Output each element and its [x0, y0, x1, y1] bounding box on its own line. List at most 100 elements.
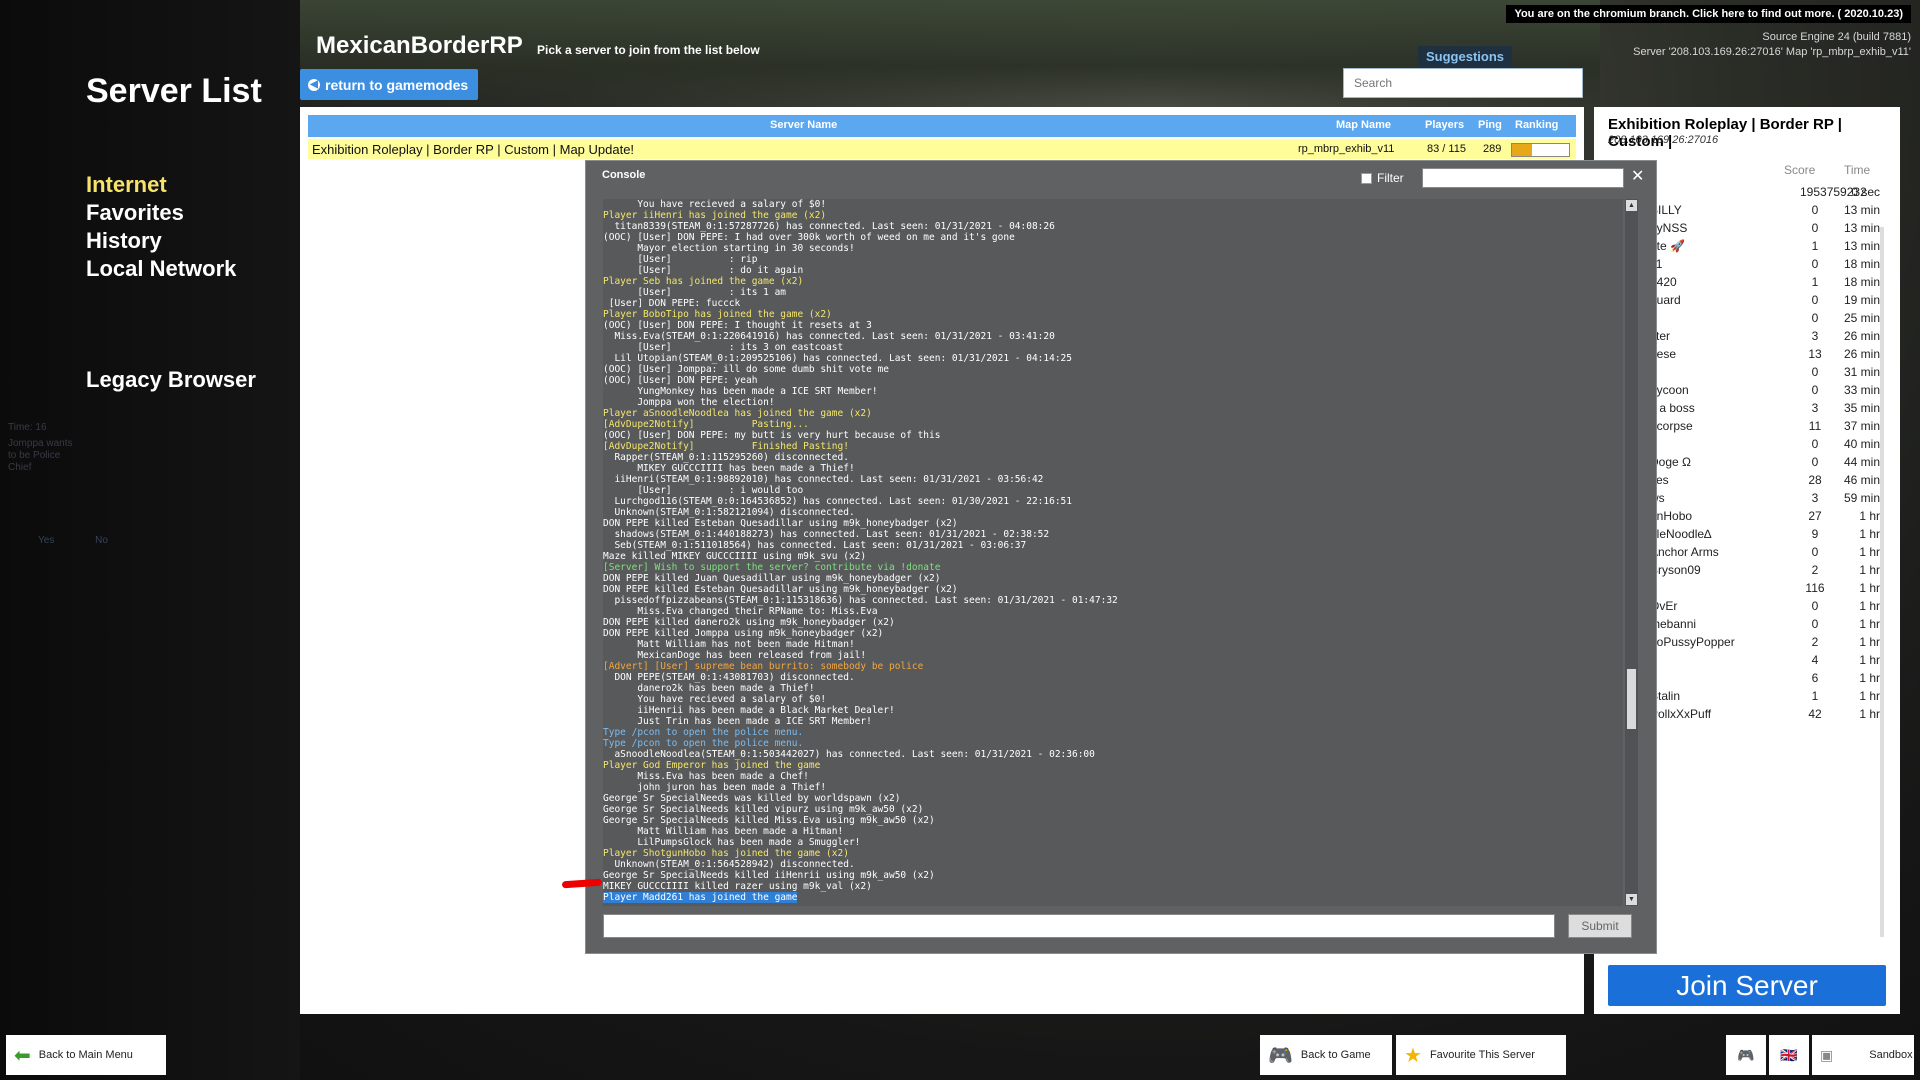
- console-line: George Sr SpecialNeeds killed vipurz usi…: [603, 804, 924, 815]
- language-button[interactable]: 🇬🇧: [1769, 1035, 1809, 1075]
- console-line: George Sr SpecialNeeds was killed by wor…: [603, 793, 901, 804]
- console-filter[interactable]: Filter: [1361, 171, 1404, 185]
- console-line: Player Seb has joined the game (x2): [603, 276, 804, 287]
- console-line: You have recieved a salary of $0!: [603, 694, 827, 705]
- player-time: 1 hr: [1859, 527, 1880, 541]
- player-time: 1 hr: [1859, 689, 1880, 703]
- suggestions-tab[interactable]: Suggestions: [1418, 46, 1512, 68]
- vote-yes-button[interactable]: Yes: [38, 535, 54, 546]
- nav-item-local-network[interactable]: Local Network: [86, 255, 236, 283]
- console-line: You have recieved a salary of $0!: [603, 199, 827, 210]
- console-line: Seb(STEAM_0:1:511018564) has connected. …: [603, 540, 1027, 551]
- player-score: 0: [1811, 617, 1819, 631]
- player-row: unHobo 27 1 hr: [1650, 509, 1880, 527]
- console-scrollbar[interactable]: ▲ ▼: [1625, 199, 1638, 906]
- score-header: Score: [1784, 163, 1816, 177]
- console-line: [User] : do it again: [603, 265, 804, 276]
- player-row: Anchor Arms 0 1 hr: [1650, 545, 1880, 563]
- console-line: Lurchgod116(STEAM_0:0:164536852) has con…: [603, 496, 1072, 507]
- controller-icon: 🎮: [1737, 1046, 1755, 1063]
- sandbox-icon: ▣: [1820, 1046, 1834, 1063]
- player-row: PollxXxPuff 42 1 hr: [1650, 707, 1880, 725]
- player-row: 0 31 min: [1650, 365, 1880, 383]
- player-row: 0 40 min: [1650, 437, 1880, 455]
- console-line: Type /pcon to open the police menu.: [603, 738, 804, 749]
- star-icon: ★: [1404, 1044, 1422, 1067]
- join-server-button[interactable]: Join Server: [1608, 965, 1886, 1006]
- scroll-down-icon[interactable]: ▼: [1626, 894, 1637, 905]
- player-score: 2: [1811, 635, 1819, 649]
- player-time: 33 min: [1843, 383, 1880, 397]
- col-ping[interactable]: Ping: [1478, 119, 1502, 131]
- back-to-game-button[interactable]: 🎮 Back to Game: [1260, 1035, 1392, 1075]
- console-submit-button[interactable]: Submit: [1568, 914, 1632, 938]
- player-row: Stalin 1 1 hr: [1650, 689, 1880, 707]
- player-name: PollxXxPuff: [1650, 707, 1712, 721]
- player-time: 35 min: [1843, 401, 1880, 415]
- player-score: 0: [1811, 599, 1819, 613]
- gamepad-icon: 🎮: [1268, 1044, 1293, 1067]
- chromium-branch-notice[interactable]: You are on the chromium branch. Click he…: [1506, 5, 1911, 23]
- player-time: 37 min: [1843, 419, 1880, 433]
- console-input[interactable]: [603, 914, 1555, 938]
- player-score: 2: [1811, 563, 1819, 577]
- gamemode-sandbox-button[interactable]: ▣ Sandbox: [1812, 1035, 1914, 1075]
- vote-panel: Time: 16 Jomppa wants to be Police Chief: [8, 422, 78, 474]
- gamemode-subtitle: Pick a server to join from the list belo…: [537, 43, 760, 57]
- console-line: DON PEPE killed Jomppa using m9k_honeyba…: [603, 628, 884, 639]
- player-time: 1 hr: [1859, 617, 1880, 631]
- search-input[interactable]: [1343, 68, 1583, 98]
- player-score: 1: [1811, 239, 1819, 253]
- nav-item-internet[interactable]: Internet: [86, 171, 236, 199]
- player-time: 59 min: [1843, 491, 1880, 505]
- player-score: 3: [1811, 329, 1819, 343]
- nav-item-history[interactable]: History: [86, 227, 236, 255]
- player-score: 6: [1811, 671, 1819, 685]
- console-line: DON PEPE killed Juan Quesadillar using m…: [603, 573, 941, 584]
- player-score: 0: [1811, 221, 1819, 235]
- player-time: 26 min: [1843, 329, 1880, 343]
- player-score: 0: [1811, 257, 1819, 271]
- console-line: (OOC) [User] Jomppa: ill do some dumb sh…: [603, 364, 889, 375]
- server-row[interactable]: Exhibition Roleplay | Border RP | Custom…: [308, 139, 1576, 159]
- server-list-header: Server Name Map Name Players Ping Rankin…: [308, 115, 1576, 137]
- vote-time: Time: 16: [8, 422, 47, 433]
- player-row: i41 hr: [1650, 653, 1880, 671]
- close-icon[interactable]: ✕: [1631, 166, 1644, 186]
- server-name: Exhibition Roleplay | Border RP | Custom…: [312, 142, 635, 157]
- nav-item-favorites[interactable]: Favorites: [86, 199, 236, 227]
- console-line: Player aSnoodleNoodlea has joined the ga…: [603, 408, 872, 419]
- col-server-name[interactable]: Server Name: [770, 119, 837, 131]
- col-players[interactable]: Players: [1425, 119, 1464, 131]
- favourite-server-button[interactable]: ★ Favourite This Server: [1396, 1035, 1566, 1075]
- player-score: 3: [1811, 491, 1819, 505]
- nav-item-legacy-browser[interactable]: Legacy Browser: [86, 367, 256, 393]
- filter-checkbox[interactable]: [1361, 172, 1372, 184]
- console-line: DON PEPE killed Esteban Quesadillar usin…: [603, 518, 958, 529]
- console-line: George Sr SpecialNeeds killed Miss.Eva u…: [603, 815, 935, 826]
- player-row: Bryson09 2 1 hr: [1650, 563, 1880, 581]
- col-ranking[interactable]: Ranking: [1515, 119, 1558, 131]
- player-list-scrollbar[interactable]: [1880, 227, 1884, 937]
- scroll-thumb[interactable]: [1627, 669, 1636, 729]
- back-to-main-menu-button[interactable]: ⬅ Back to Main Menu: [6, 1035, 166, 1075]
- vote-text: Jomppa wants to be Police Chief: [8, 438, 73, 473]
- console-line: [AdvDupe2Notify] Finished Pasting!: [603, 441, 849, 452]
- scroll-up-icon[interactable]: ▲: [1626, 200, 1637, 211]
- console-line: [User] : its 3 on eastcoast: [603, 342, 844, 353]
- return-to-gamemodes-button[interactable]: ◀ return to gamemodes: [300, 69, 478, 100]
- console-line: danero2k has been made a Thief!: [603, 683, 815, 694]
- player-row: thebanni 0 1 hr: [1650, 617, 1880, 635]
- flag-icon: 🇬🇧: [1780, 1046, 1798, 1063]
- console-line: (OOC) [User] DON PEPE: I had over 300k w…: [603, 232, 1015, 243]
- nav-menu: Internet Favorites History Local Network: [86, 171, 236, 283]
- vote-no-button[interactable]: No: [95, 535, 108, 546]
- player-score: 27: [1808, 509, 1822, 523]
- favourite-label: Favourite This Server: [1429, 1049, 1535, 1061]
- col-map-name[interactable]: Map Name: [1336, 119, 1391, 131]
- player-time: 1 hr: [1859, 509, 1880, 523]
- filter-input[interactable]: [1422, 168, 1624, 188]
- console-line: [Server] Wish to support the server? con…: [603, 562, 941, 573]
- games-button[interactable]: 🎮: [1726, 1035, 1766, 1075]
- console-line: Player ShotgunHobo has joined the game (…: [603, 848, 849, 859]
